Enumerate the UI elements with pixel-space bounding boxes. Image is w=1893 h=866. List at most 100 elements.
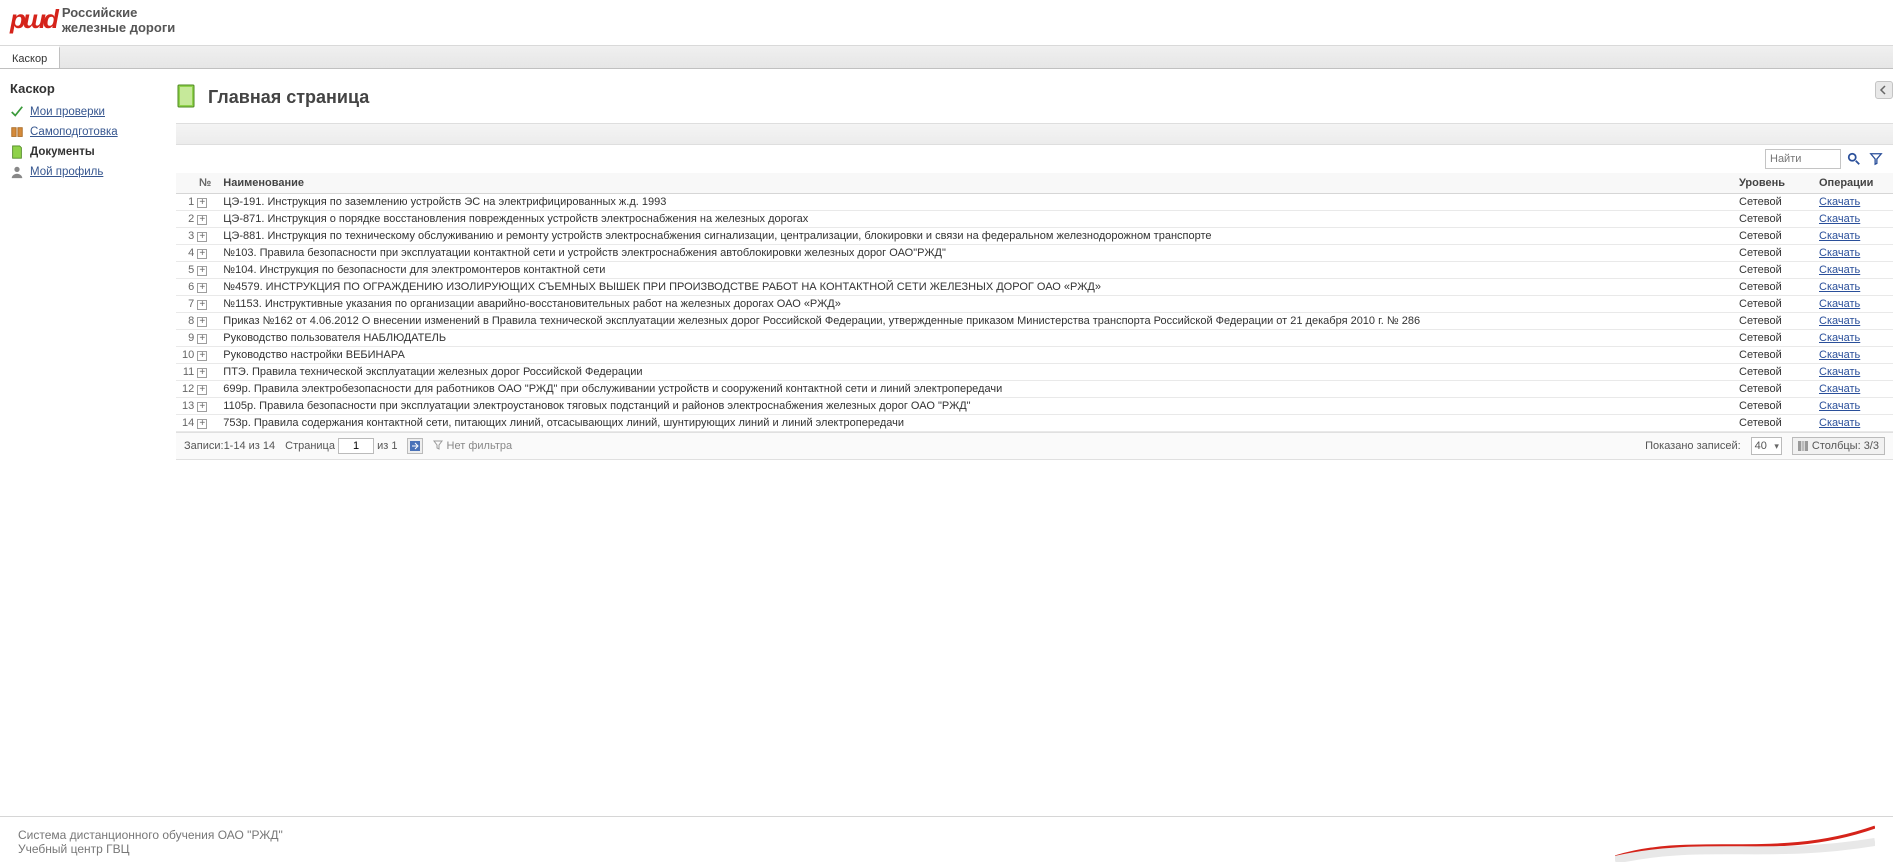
row-num: 11 + [176, 364, 217, 381]
table-row[interactable]: 2 +ЦЭ-871. Инструкция о порядке восстано… [176, 211, 1893, 228]
row-num: 14 + [176, 415, 217, 432]
search-button[interactable] [1845, 150, 1863, 168]
document-book-icon [10, 145, 24, 159]
download-link[interactable]: Скачать [1819, 366, 1860, 378]
sidebar-item-self-prep[interactable]: Самоподготовка [8, 122, 164, 142]
row-name: №1153. Инструктивные указания по организ… [217, 296, 1733, 313]
expand-row-button[interactable]: + [197, 232, 207, 242]
row-level: Сетевой [1733, 211, 1813, 228]
expand-row-button[interactable]: + [197, 368, 207, 378]
row-level: Сетевой [1733, 279, 1813, 296]
expand-row-button[interactable]: + [197, 266, 207, 276]
sidebar-item-my-checks[interactable]: Мои проверки [8, 102, 164, 122]
sidebar: Каскор Мои проверки Самоподготовка Докум… [0, 69, 172, 826]
expand-row-button[interactable]: + [197, 351, 207, 361]
filter-status[interactable]: Нет фильтра [433, 440, 512, 452]
expand-row-button[interactable]: + [197, 419, 207, 429]
footer-line1: Система дистанционного обучения ОАО "РЖД… [18, 828, 283, 842]
col-header-ops[interactable]: Операции [1813, 173, 1893, 194]
download-link[interactable]: Скачать [1819, 281, 1860, 293]
go-page-button[interactable] [407, 438, 423, 454]
app-header: pɯd Российские железные дороги [0, 0, 1893, 45]
filter-status-label: Нет фильтра [447, 440, 513, 452]
download-link[interactable]: Скачать [1819, 247, 1860, 259]
tab-kaskor[interactable]: Каскор [0, 46, 60, 68]
expand-row-button[interactable]: + [197, 283, 207, 293]
download-link[interactable]: Скачать [1819, 298, 1860, 310]
records-count: Записи:1-14 из 14 [184, 440, 275, 452]
table-row[interactable]: 8 +Приказ №162 от 4.06.2012 О внесении и… [176, 313, 1893, 330]
columns-icon [1798, 441, 1808, 451]
brand-line2: железные дороги [62, 20, 175, 35]
table-row[interactable]: 9 +Руководство пользователя НАБЛЮДАТЕЛЬ С… [176, 330, 1893, 347]
expand-row-button[interactable]: + [197, 402, 207, 412]
expand-row-button[interactable]: + [197, 317, 207, 327]
footer-swoosh-icon [1615, 822, 1875, 862]
table-row[interactable]: 13 +1105р. Правила безопасности при эксп… [176, 398, 1893, 415]
download-link[interactable]: Скачать [1819, 213, 1860, 225]
row-name: Руководство пользователя НАБЛЮДАТЕЛЬ [217, 330, 1733, 347]
page-size-select[interactable]: 40 [1751, 437, 1782, 455]
download-link[interactable]: Скачать [1819, 264, 1860, 276]
expand-row-button[interactable]: + [197, 334, 207, 344]
row-name: ПТЭ. Правила технической эксплуатации же… [217, 364, 1733, 381]
row-name: ЦЭ-881. Инструкция по техническому обслу… [217, 228, 1733, 245]
table-row[interactable]: 6 +№4579. ИНСТРУКЦИЯ ПО ОГРАЖДЕНИЮ ИЗОЛИ… [176, 279, 1893, 296]
page-size-value: 40 [1755, 440, 1767, 452]
search-input[interactable] [1765, 149, 1841, 169]
download-link[interactable]: Скачать [1819, 230, 1860, 242]
checkmark-icon [10, 105, 24, 119]
table-row[interactable]: 1 +ЦЭ-191. Инструкция по заземлению устр… [176, 194, 1893, 211]
advanced-filter-button[interactable] [1867, 150, 1885, 168]
row-num: 8 + [176, 313, 217, 330]
download-link[interactable]: Скачать [1819, 417, 1860, 429]
expand-row-button[interactable]: + [197, 198, 207, 208]
col-header-name[interactable]: Наименование [217, 173, 1733, 194]
table-row[interactable]: 7 +№1153. Инструктивные указания по орга… [176, 296, 1893, 313]
col-header-level[interactable]: Уровень [1733, 173, 1813, 194]
download-link[interactable]: Скачать [1819, 383, 1860, 395]
download-link[interactable]: Скачать [1819, 196, 1860, 208]
row-num: 3 + [176, 228, 217, 245]
row-num: 7 + [176, 296, 217, 313]
row-level: Сетевой [1733, 245, 1813, 262]
tabbar: Каскор [0, 45, 1893, 69]
row-num: 9 + [176, 330, 217, 347]
expand-row-button[interactable]: + [197, 385, 207, 395]
sidebar-item-documents[interactable]: Документы [8, 142, 164, 162]
row-name: 753р. Правила содержания контактной сети… [217, 415, 1733, 432]
row-level: Сетевой [1733, 262, 1813, 279]
site-footer: Система дистанционного обучения ОАО "РЖД… [0, 816, 1893, 866]
download-link[interactable]: Скачать [1819, 349, 1860, 361]
download-link[interactable]: Скачать [1819, 400, 1860, 412]
row-num: 4 + [176, 245, 217, 262]
download-link[interactable]: Скачать [1819, 332, 1860, 344]
row-name: №104. Инструкция по безопасности для эле… [217, 262, 1733, 279]
row-level: Сетевой [1733, 296, 1813, 313]
table-row[interactable]: 14 +753р. Правила содержания контактной … [176, 415, 1893, 432]
expand-row-button[interactable]: + [197, 300, 207, 310]
row-name: ЦЭ-191. Инструкция по заземлению устройс… [217, 194, 1733, 211]
sidebar-item-label: Мой профиль [30, 166, 103, 178]
shown-label: Показано записей: [1645, 440, 1741, 452]
columns-button[interactable]: Столбцы: 3/3 [1792, 437, 1885, 455]
col-header-num[interactable]: № [176, 173, 217, 194]
table-row[interactable]: 4 +№103. Правила безопасности при эксплу… [176, 245, 1893, 262]
table-row[interactable]: 11 +ПТЭ. Правила технической эксплуатаци… [176, 364, 1893, 381]
brand-mark: pɯd [10, 4, 56, 35]
sidebar-item-my-profile[interactable]: Мой профиль [8, 162, 164, 182]
table-footer: Записи:1-14 из 14 Страница из 1 Нет филь… [176, 432, 1893, 460]
expand-row-button[interactable]: + [197, 215, 207, 225]
row-name: 699р. Правила электробезопасности для ра… [217, 381, 1733, 398]
expand-row-button[interactable]: + [197, 249, 207, 259]
brand-logo: pɯd Российские железные дороги [10, 4, 175, 35]
table-row[interactable]: 3 +ЦЭ-881. Инструкция по техническому об… [176, 228, 1893, 245]
table-row[interactable]: 10 +Руководство настройки ВЕБИНАРАСетево… [176, 347, 1893, 364]
table-row[interactable]: 12 +699р. Правила электробезопасности дл… [176, 381, 1893, 398]
table-row[interactable]: 5 +№104. Инструкция по безопасности для … [176, 262, 1893, 279]
sidebar-item-label: Мои проверки [30, 106, 105, 118]
page-input[interactable] [338, 438, 374, 454]
collapse-button[interactable] [1875, 81, 1893, 99]
download-link[interactable]: Скачать [1819, 315, 1860, 327]
row-name: Руководство настройки ВЕБИНАРА [217, 347, 1733, 364]
